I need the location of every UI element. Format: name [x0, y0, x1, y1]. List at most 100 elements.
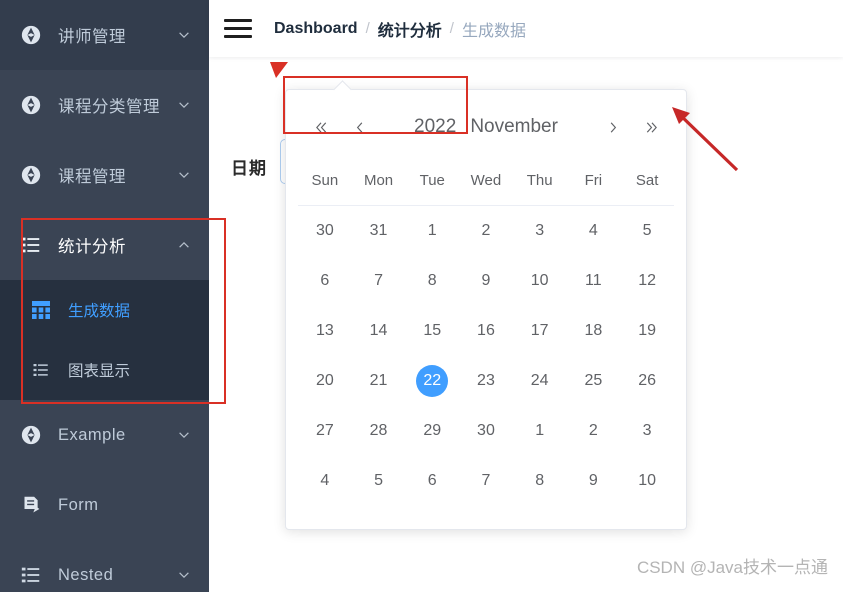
sidebar-subitem-chart-display[interactable]: 图表显示 — [0, 340, 209, 400]
calendar-day[interactable]: 21 — [352, 356, 406, 406]
calendar-day-adjacent-month[interactable]: 6 — [405, 456, 459, 506]
calendar-day-label: 20 — [315, 372, 334, 389]
calendar-day-adjacent-month[interactable]: 3 — [620, 406, 674, 456]
sidebar-item-label: 讲师管理 — [58, 28, 126, 46]
weekday-sat: Sat — [635, 172, 659, 189]
calendar-day-label: 6 — [320, 272, 330, 289]
sidebar-item-course-management[interactable]: 课程管理 — [0, 140, 209, 210]
calendar-day-label: 2 — [588, 422, 598, 439]
calendar-day-adjacent-month[interactable]: 2 — [567, 406, 621, 456]
calendar-day-label: 18 — [584, 322, 603, 339]
breadcrumb-item-generate-data: 生成数据 — [461, 22, 526, 40]
calendar-day[interactable]: 13 — [298, 306, 352, 356]
calendar-day-label: 21 — [369, 372, 388, 389]
calendar-day[interactable]: 29 — [405, 406, 459, 456]
calendar-day[interactable]: 25 — [567, 356, 621, 406]
calendar-day-label: 3 — [535, 222, 545, 239]
calendar-day-label: 9 — [588, 472, 598, 489]
sidebar-item-course-category-management[interactable]: 课程分类管理 — [0, 70, 209, 140]
calendar-day-label: 8 — [427, 272, 437, 289]
calendar-day[interactable]: 26 — [620, 356, 674, 406]
calendar-day-label: 30 — [315, 222, 334, 239]
chevron-left-icon[interactable] — [346, 114, 372, 140]
calendar-day[interactable]: 17 — [513, 306, 567, 356]
list-icon — [30, 359, 52, 381]
picker-month-label[interactable]: November — [470, 116, 558, 138]
sidebar-item-teacher-management[interactable]: 讲师管理 — [0, 0, 209, 70]
calendar-day[interactable]: 10 — [513, 256, 567, 306]
calendar-day-adjacent-month[interactable]: 8 — [513, 456, 567, 506]
calendar-day[interactable]: 14 — [352, 306, 406, 356]
calendar-day[interactable]: 15 — [405, 306, 459, 356]
double-chevron-left-icon[interactable] — [308, 114, 334, 140]
calendar-day-label: 3 — [642, 422, 652, 439]
calendar-day[interactable]: 3 — [513, 206, 567, 257]
chevron-down-icon — [173, 98, 195, 112]
calendar-day[interactable]: 24 — [513, 356, 567, 406]
calendar-day-label: 7 — [481, 472, 491, 489]
calendar-day[interactable]: 4 — [567, 206, 621, 257]
double-chevron-right-icon[interactable] — [638, 114, 664, 140]
compass-icon — [18, 162, 44, 188]
weekday-sun: Sun — [311, 172, 339, 189]
sidebar-item-nested[interactable]: Nested — [0, 540, 209, 592]
calendar-day-label: 13 — [315, 322, 334, 339]
calendar-day[interactable]: 23 — [459, 356, 513, 406]
breadcrumb-item-statistics[interactable]: 统计分析 — [378, 17, 442, 41]
sidebar-item-statistics-analysis[interactable]: 统计分析 — [0, 210, 209, 280]
navbar: Dashboard / 统计分析 / 生成数据 — [209, 0, 843, 57]
calendar-week-row: 30 31 1 2 3 4 5 — [298, 206, 674, 257]
calendar-day-adjacent-month[interactable]: 9 — [567, 456, 621, 506]
calendar-day[interactable]: 7 — [352, 256, 406, 306]
calendar-day-label: 1 — [427, 222, 437, 239]
list-icon — [18, 562, 44, 588]
calendar-day-label: 12 — [638, 272, 656, 289]
calendar-day-adjacent-month[interactable]: 30 — [298, 206, 352, 257]
calendar-week-row: 6 7 8 9 10 11 12 — [298, 256, 674, 306]
calendar-day[interactable]: 27 — [298, 406, 352, 456]
calendar-day[interactable]: 8 — [405, 256, 459, 306]
breadcrumb-separator: / — [365, 20, 370, 37]
calendar-day-label: 6 — [427, 472, 437, 489]
sidebar-subitem-generate-data[interactable]: 生成数据 — [0, 280, 209, 340]
calendar-day[interactable]: 1 — [405, 206, 459, 257]
hamburger-icon[interactable] — [224, 16, 252, 42]
calendar-day[interactable]: 28 — [352, 406, 406, 456]
calendar-day[interactable]: 2 — [459, 206, 513, 257]
weekday-tue: Tue — [419, 172, 445, 189]
calendar-day[interactable]: 9 — [459, 256, 513, 306]
calendar-day[interactable]: 18 — [567, 306, 621, 356]
calendar-day-adjacent-month[interactable]: 10 — [620, 456, 674, 506]
picker-year-label[interactable]: 2022 — [414, 116, 456, 138]
calendar-day[interactable]: 5 — [620, 206, 674, 257]
calendar-week-row: 4 5 6 7 8 9 10 — [298, 456, 674, 506]
calendar-day-selected[interactable]: 22 — [405, 356, 459, 406]
calendar-day[interactable]: 20 — [298, 356, 352, 406]
calendar-day[interactable]: 12 — [620, 256, 674, 306]
form-icon — [18, 492, 44, 518]
calendar-body: 30 31 1 2 3 4 5 6 7 8 9 10 11 12 13 14 15 16 17 18 19 20 21 22 2… — [298, 206, 674, 507]
calendar-day[interactable]: 11 — [567, 256, 621, 306]
sidebar-item-form[interactable]: Form — [0, 470, 209, 540]
calendar-day-adjacent-month[interactable]: 7 — [459, 456, 513, 506]
weekday-thu: Thu — [526, 172, 553, 189]
breadcrumb-item-dashboard[interactable]: Dashboard — [274, 20, 358, 38]
sidebar-item-example[interactable]: Example — [0, 400, 209, 470]
calendar-day-adjacent-month[interactable]: 31 — [352, 206, 406, 257]
calendar-day-adjacent-month[interactable]: 5 — [352, 456, 406, 506]
calendar-day[interactable]: 30 — [459, 406, 513, 456]
chevron-right-icon[interactable] — [600, 114, 626, 140]
calendar-day[interactable]: 6 — [298, 256, 352, 306]
sidebar-item-label: 课程管理 — [58, 168, 126, 186]
calendar-day[interactable]: 19 — [620, 306, 674, 356]
chevron-down-icon — [173, 568, 195, 582]
calendar-day-label: 8 — [535, 472, 545, 489]
calendar-day-label: 24 — [530, 372, 549, 389]
date-label: 日期 — [231, 159, 267, 178]
calendar-day-label: 16 — [477, 322, 495, 339]
calendar-day[interactable]: 16 — [459, 306, 513, 356]
watermark: CSDN @Java技术一点通 — [636, 558, 828, 577]
calendar-day-adjacent-month[interactable]: 1 — [513, 406, 567, 456]
calendar-day-adjacent-month[interactable]: 4 — [298, 456, 352, 506]
calendar-day-label: 29 — [423, 422, 442, 439]
